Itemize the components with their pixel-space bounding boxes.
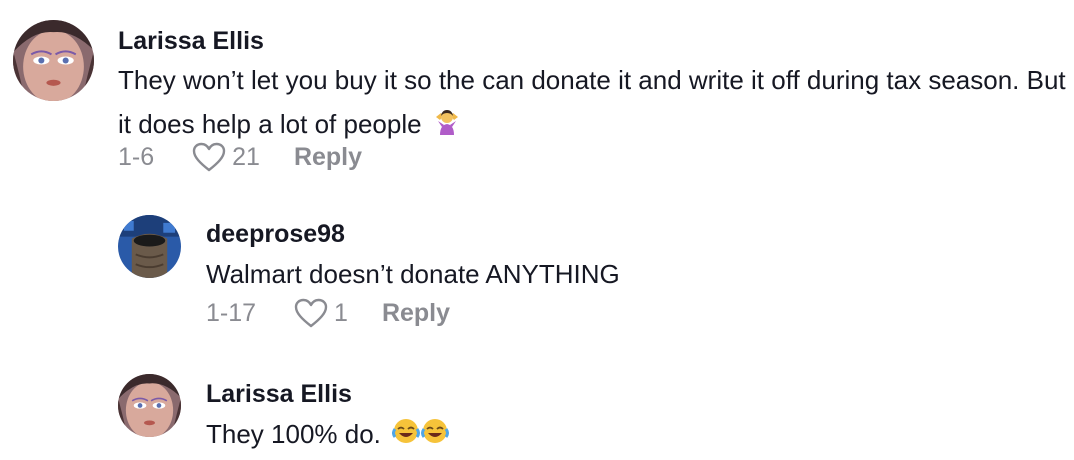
comment-author[interactable]: Larissa Ellis bbox=[206, 380, 352, 409]
reply-button[interactable]: Reply bbox=[294, 143, 362, 172]
comment-reply: Larissa Ellis They 100% do. bbox=[0, 350, 1074, 460]
tears-of-joy-emoji-icon bbox=[392, 414, 450, 458]
profile-photo-icon bbox=[13, 20, 94, 101]
like-count: 21 bbox=[232, 142, 260, 171]
comment-text: They 100% do. bbox=[206, 412, 1066, 458]
profile-photo-icon bbox=[118, 374, 181, 437]
comment-text: They won’t let you buy it so the can don… bbox=[118, 58, 1068, 148]
avatar[interactable] bbox=[118, 374, 181, 437]
comment-date: 1-6 bbox=[118, 142, 155, 171]
heart-icon bbox=[294, 298, 328, 328]
comment-author[interactable]: Larissa Ellis bbox=[118, 27, 264, 56]
comment-text-body: They 100% do. bbox=[206, 419, 381, 449]
comment-reply: deeprose98 Walmart doesn’t donate ANYTHI… bbox=[0, 190, 1074, 350]
comment-author[interactable]: deeprose98 bbox=[206, 220, 345, 249]
comment-meta: 1-17 1 Reply bbox=[206, 298, 450, 328]
avatar[interactable] bbox=[118, 215, 181, 278]
like-button[interactable]: 21 bbox=[192, 142, 260, 172]
person-shrugging-emoji-icon bbox=[433, 104, 461, 148]
comment-text: Walmart doesn’t donate ANYTHING bbox=[206, 252, 1066, 296]
comment: Larissa Ellis They won’t let you buy it … bbox=[0, 0, 1074, 190]
comment-meta: 1-6 21 Reply bbox=[118, 142, 362, 172]
like-count: 1 bbox=[334, 298, 348, 327]
comment-date: 1-17 bbox=[206, 298, 257, 327]
like-button[interactable]: 1 bbox=[294, 298, 348, 328]
comment-text-body: They won’t let you buy it so the can don… bbox=[118, 65, 1066, 139]
heart-icon bbox=[192, 142, 226, 172]
profile-photo-icon bbox=[118, 215, 181, 278]
avatar[interactable] bbox=[13, 20, 94, 101]
comment-text-body: Walmart doesn’t donate ANYTHING bbox=[206, 259, 620, 289]
reply-button[interactable]: Reply bbox=[382, 299, 450, 328]
